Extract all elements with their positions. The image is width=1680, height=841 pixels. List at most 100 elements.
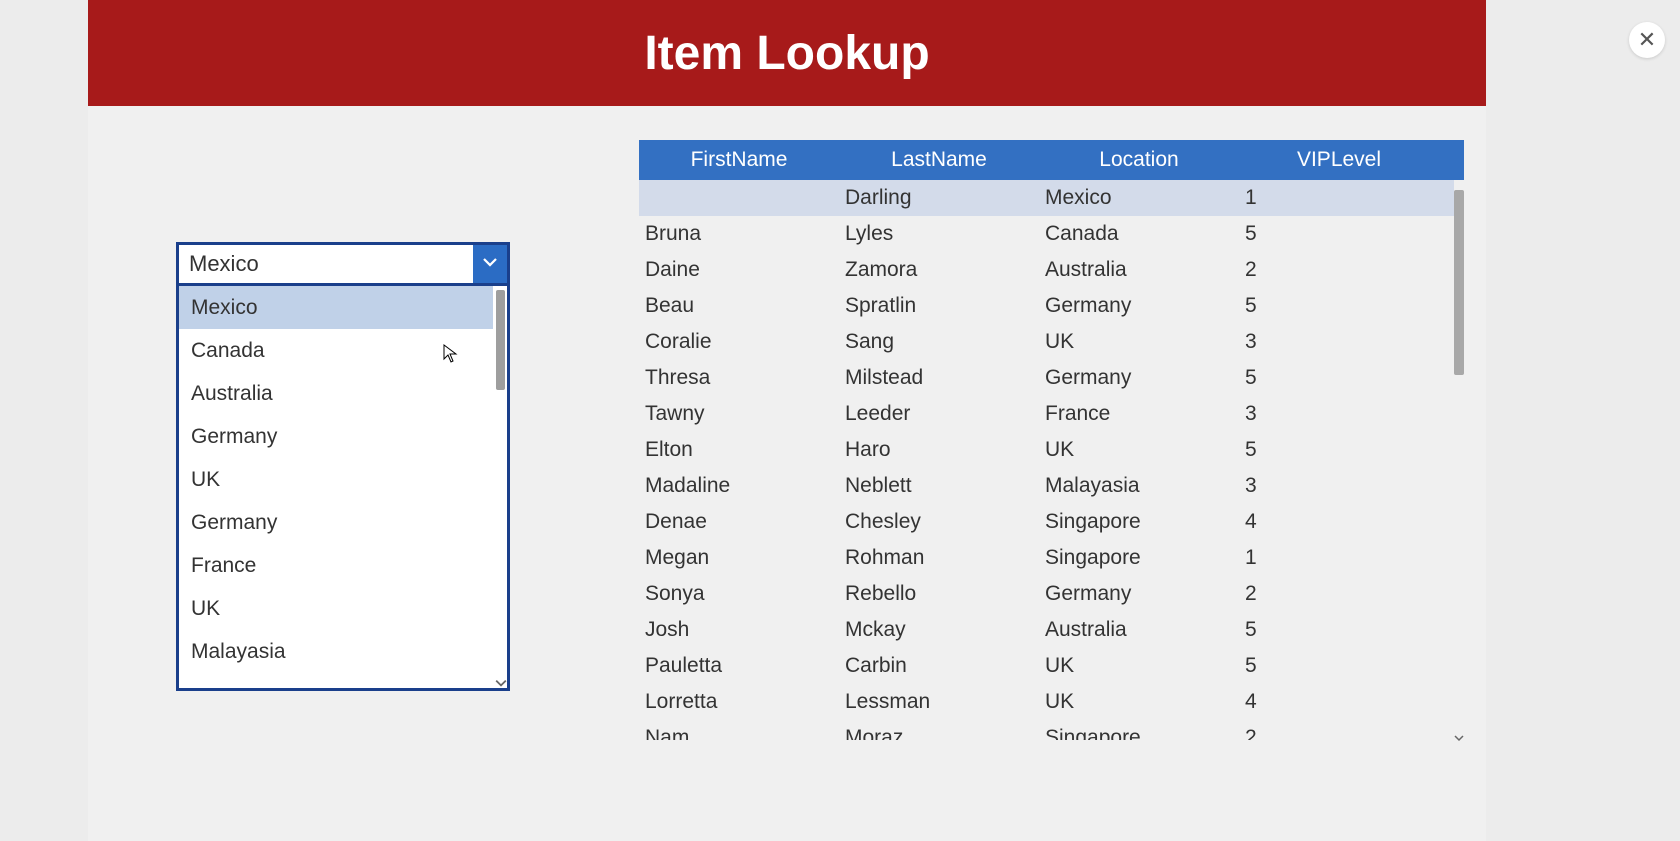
table-cell: Singapore [1039,504,1239,540]
table-cell: Sang [839,324,1039,360]
table-cell: 3 [1239,324,1439,360]
table-row[interactable]: BeauSpratlinGermany5 [639,288,1454,324]
location-option[interactable]: Germany [179,501,493,544]
dropdown-scroll-down-icon[interactable] [495,676,507,688]
page-title: Item Lookup [644,26,929,81]
table-cell: Megan [639,540,839,576]
dropdown-scrollbar-thumb[interactable] [496,290,505,390]
table-row[interactable]: MadalineNeblettMalayasia3 [639,468,1454,504]
table-cell: UK [1039,684,1239,720]
table-cell: Germany [1039,360,1239,396]
location-option[interactable]: UK [179,587,493,630]
table-cell: France [1039,396,1239,432]
table-row[interactable]: BrunaLylesCanada5 [639,216,1454,252]
table-cell: Madaline [639,468,839,504]
close-button[interactable]: ✕ [1629,22,1665,58]
table-cell: 2 [1239,576,1439,612]
table-cell: 3 [1239,396,1439,432]
table-cell: Zamora [839,252,1039,288]
table-cell: 5 [1239,360,1439,396]
col-header-viplevel[interactable]: VIPLevel [1239,140,1439,180]
table-cell: 5 [1239,648,1439,684]
table-cell: Neblett [839,468,1039,504]
location-option[interactable]: Malayasia [179,630,493,673]
table-scroll-down-icon[interactable] [1454,730,1464,740]
location-option[interactable]: UK [179,458,493,501]
table-row[interactable]: EltonHaroUK5 [639,432,1454,468]
table-cell: 5 [1239,216,1439,252]
table-row[interactable]: ThresaMilsteadGermany5 [639,360,1454,396]
table-cell: Singapore [1039,540,1239,576]
table-cell: Denae [639,504,839,540]
table-cell: Canada [1039,216,1239,252]
table-row[interactable]: DenaeChesleySingapore4 [639,504,1454,540]
location-dropdown: Mexico MexicoCanadaAustraliaGermanyUKGer… [176,242,510,691]
table-cell: Beau [639,288,839,324]
location-dropdown-control[interactable]: Mexico [176,242,510,286]
table-cell: Josh [639,612,839,648]
table-row[interactable]: NamMorazSingapore2 [639,720,1454,740]
table-cell: Thresa [639,360,839,396]
location-option[interactable]: Australia [179,372,493,415]
table-cell: Germany [1039,288,1239,324]
table-cell: Moraz [839,720,1039,740]
location-dropdown-list: MexicoCanadaAustraliaGermanyUKGermanyFra… [176,286,510,691]
table-cell: Sonya [639,576,839,612]
table-cell: 1 [1239,180,1439,216]
location-dropdown-toggle[interactable] [473,245,507,283]
col-header-location[interactable]: Location [1039,140,1239,180]
col-header-lastname[interactable]: LastName [839,140,1039,180]
location-option[interactable]: France [179,544,493,587]
table-cell: UK [1039,648,1239,684]
table-cell: Malayasia [1039,468,1239,504]
table-cell: Lyles [839,216,1039,252]
table-cell: UK [1039,324,1239,360]
table-cell: Mckay [839,612,1039,648]
table-scrollbar-thumb[interactable] [1454,190,1464,375]
location-option[interactable]: Germany [179,415,493,458]
table-cell: Rohman [839,540,1039,576]
table-cell: Singapore [1039,720,1239,740]
location-option[interactable]: Mexico [179,286,493,329]
table-row[interactable]: TawnyLeederFrance3 [639,396,1454,432]
table-row[interactable]: JoshMckayAustralia5 [639,612,1454,648]
location-option[interactable]: Canada [179,329,493,372]
table-cell: Darling [839,180,1039,216]
table-row[interactable]: PaulettaCarbinUK5 [639,648,1454,684]
table-header-row: FirstName LastName Location VIPLevel [639,140,1464,180]
col-header-firstname[interactable]: FirstName [639,140,839,180]
table-cell [639,180,839,216]
table-scrollbar[interactable] [1454,180,1464,740]
table-cell: 2 [1239,720,1439,740]
table-cell: 1 [1239,540,1439,576]
table-cell: 5 [1239,612,1439,648]
table-cell: Daine [639,252,839,288]
location-dropdown-selected: Mexico [179,245,473,283]
table-cell: Nam [639,720,839,740]
table-cell: 5 [1239,288,1439,324]
table-row[interactable]: DarlingMexico1 [639,180,1454,216]
table-cell: Haro [839,432,1039,468]
table-cell: Pauletta [639,648,839,684]
table-row[interactable]: CoralieSangUK3 [639,324,1454,360]
table-cell: Milstead [839,360,1039,396]
table-cell: Rebello [839,576,1039,612]
table-row[interactable]: DaineZamoraAustralia2 [639,252,1454,288]
chevron-down-icon [481,253,499,276]
app-panel: Item Lookup Mexico MexicoCanadaAustralia… [88,0,1486,841]
table-cell: Lessman [839,684,1039,720]
table-cell: 2 [1239,252,1439,288]
dropdown-scrollbar[interactable] [496,290,505,684]
table-cell: 4 [1239,684,1439,720]
table-cell: Spratlin [839,288,1039,324]
table-cell: Chesley [839,504,1039,540]
table-row[interactable]: LorrettaLessmanUK4 [639,684,1454,720]
table-cell: Mexico [1039,180,1239,216]
table-cell: Germany [1039,576,1239,612]
table-cell: 3 [1239,468,1439,504]
table-cell: Carbin [839,648,1039,684]
table-cell: Australia [1039,612,1239,648]
table-row[interactable]: MeganRohmanSingapore1 [639,540,1454,576]
table-cell: Leeder [839,396,1039,432]
table-row[interactable]: SonyaRebelloGermany2 [639,576,1454,612]
